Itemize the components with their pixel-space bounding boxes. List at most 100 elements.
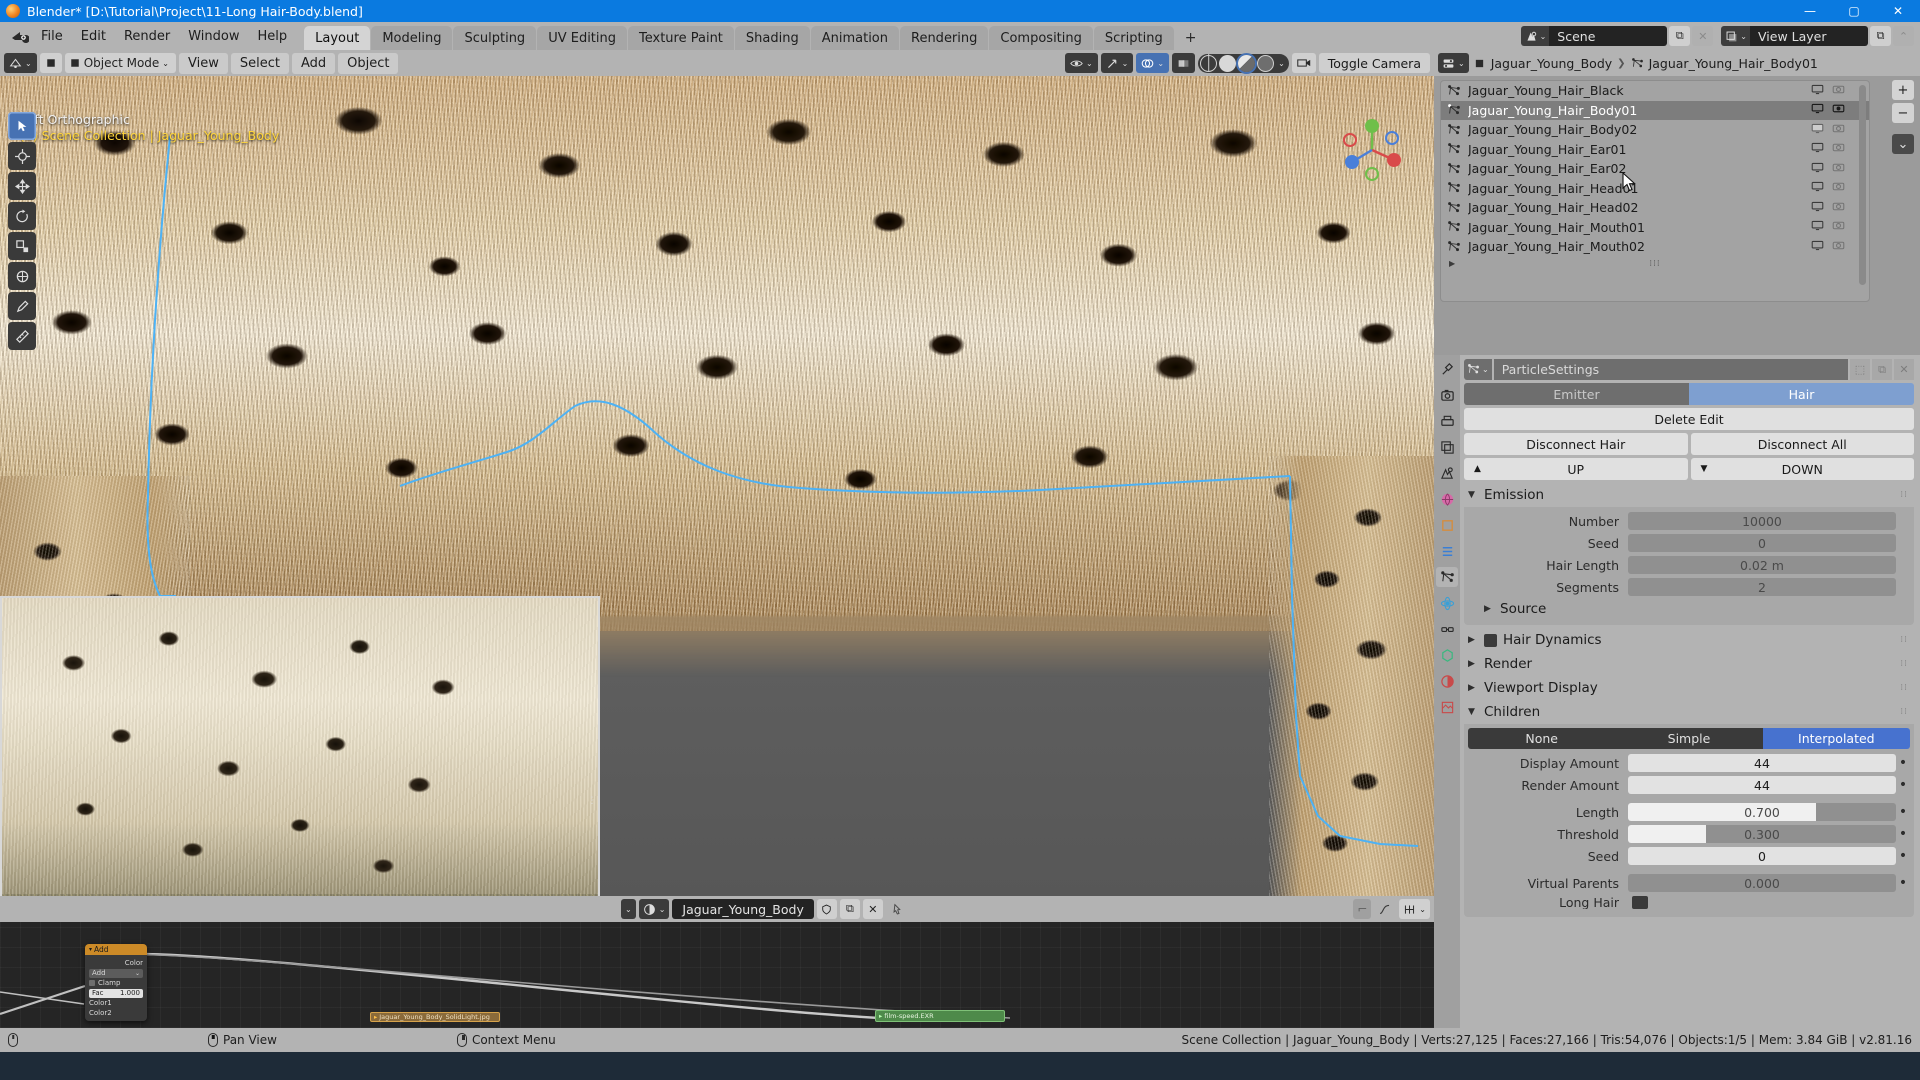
camera-icon[interactable]: [1832, 83, 1845, 99]
particle-settings-browse-icon[interactable]: ⌄: [1464, 359, 1492, 380]
tab-world[interactable]: [1436, 489, 1458, 509]
panel-header-hair-dynamics[interactable]: ▶ Hair Dynamics ⁞⁞: [1464, 628, 1914, 652]
list-item[interactable]: Jaguar_Young_Hair_Body01: [1441, 100, 1869, 120]
monitor-icon[interactable]: [1811, 161, 1824, 177]
field-seed[interactable]: 0: [1628, 534, 1896, 552]
move-down-button[interactable]: ▼ DOWN: [1690, 458, 1914, 480]
viewport-menu-view[interactable]: View: [179, 52, 228, 74]
particle-type-emitter[interactable]: Emitter: [1464, 383, 1689, 405]
shading-material-preview-icon[interactable]: [1238, 54, 1256, 72]
unlink-scene-button[interactable]: ✕: [1692, 26, 1714, 46]
node-blend-mode-row[interactable]: Add ⌄: [89, 968, 143, 978]
camera-icon[interactable]: [1832, 180, 1845, 196]
monitor-icon[interactable]: [1811, 141, 1824, 157]
monitor-icon[interactable]: [1811, 180, 1824, 196]
shader-node-add[interactable]: ▾ Add Color Add ⌄ Clamp Fac 1.000 Color1…: [85, 944, 147, 1021]
material-browse-icon[interactable]: ⌄: [638, 899, 670, 919]
unlink-material-button[interactable]: ✕: [862, 899, 883, 919]
minimize-button[interactable]: —: [1788, 0, 1832, 22]
children-mode-selector[interactable]: None Simple Interpolated: [1468, 728, 1910, 749]
children-mode-interpolated[interactable]: Interpolated: [1762, 728, 1910, 749]
breadcrumb-object-label[interactable]: Jaguar_Young_Body: [1491, 56, 1612, 71]
view-layer-icon[interactable]: ⌄: [1721, 26, 1750, 46]
field-children-seed[interactable]: 0: [1628, 847, 1896, 865]
reference-image-overlay[interactable]: Jaguar_Young_Body ⋮: [0, 596, 600, 896]
camera-icon[interactable]: [1832, 102, 1845, 118]
list-item[interactable]: Jaguar_Young_Hair_Mouth01: [1441, 218, 1869, 238]
list-item[interactable]: Jaguar_Young_Hair_Body02: [1441, 120, 1869, 140]
tab-constraints[interactable]: [1436, 619, 1458, 639]
reference-image-resize-handle[interactable]: ⋮: [588, 787, 597, 815]
hair-dynamics-checkbox[interactable]: [1484, 633, 1497, 647]
shader-editor-type-selector[interactable]: ⌄: [621, 899, 636, 919]
animate-dot-threshold[interactable]: •: [1896, 826, 1910, 842]
long-hair-checkbox[interactable]: [1632, 895, 1648, 909]
shading-mode-group[interactable]: ⌄: [1198, 53, 1289, 73]
tab-view-layer[interactable]: [1436, 437, 1458, 457]
tool-transform-icon[interactable]: [8, 262, 36, 290]
tool-move-icon[interactable]: [8, 172, 36, 200]
tab-rendering[interactable]: Rendering: [900, 26, 989, 50]
node-header[interactable]: ▾ Add: [85, 944, 147, 955]
new-material-button[interactable]: ⧉: [839, 899, 860, 919]
menu-window[interactable]: Window: [179, 26, 248, 47]
panel-header-children[interactable]: ▼ Children ⁞⁞: [1464, 700, 1914, 724]
view-layer-name-field[interactable]: View Layer: [1750, 26, 1868, 46]
tab-scene[interactable]: [1436, 463, 1458, 483]
field-render-amount[interactable]: 44: [1628, 776, 1896, 794]
mode-selector[interactable]: Object Mode ⌄: [64, 53, 176, 73]
tab-uv-editing[interactable]: UV Editing: [537, 26, 628, 50]
viewport-3d[interactable]: Left Orthographic (0) Scene Collection |…: [0, 50, 1434, 896]
add-particle-system-button[interactable]: +: [1892, 80, 1914, 100]
disconnect-hair-button[interactable]: Disconnect Hair: [1464, 433, 1688, 455]
scene-selector[interactable]: ⌄ Scene ⧉ ✕: [1520, 26, 1714, 46]
viewport-menu-object[interactable]: Object: [338, 52, 399, 74]
new-view-layer-button[interactable]: ⧉: [1870, 26, 1891, 46]
maximize-button[interactable]: ▢: [1832, 0, 1876, 22]
tab-layout[interactable]: Layout: [304, 26, 371, 50]
list-resize-grip[interactable]: ⁞⁞⁞: [1649, 259, 1661, 269]
viewport-canvas[interactable]: Left Orthographic (0) Scene Collection |…: [0, 76, 1434, 896]
tool-annotate-icon[interactable]: [8, 292, 36, 320]
tab-particles[interactable]: [1436, 567, 1458, 587]
monitor-icon[interactable]: [1811, 200, 1824, 216]
shader-editor[interactable]: ⌄ ⌄ Jaguar_Young_Body ⧉ ✕ ⌐ ⌄ ▾ Add Colo…: [0, 896, 1434, 1028]
shader-node-image-texture[interactable]: ▸ Jaguar_Young_Body_SolidLight.jpg: [370, 1012, 500, 1022]
animate-dot-display-amount[interactable]: •: [1896, 755, 1910, 771]
tab-output[interactable]: [1436, 411, 1458, 431]
tool-cursor-icon[interactable]: [8, 142, 36, 170]
camera-icon[interactable]: [1832, 122, 1845, 138]
snap-node-icon[interactable]: ⌐: [1353, 899, 1372, 919]
animate-dot-render-amount[interactable]: •: [1896, 777, 1910, 793]
tab-physics[interactable]: [1436, 593, 1458, 613]
children-mode-simple[interactable]: Simple: [1615, 728, 1763, 749]
move-up-button[interactable]: ▲ UP: [1464, 458, 1688, 480]
list-item[interactable]: Jaguar_Young_Hair_Black: [1441, 81, 1869, 101]
field-virtual-parents[interactable]: 0.000: [1628, 874, 1896, 892]
node-color1-row[interactable]: Color1: [89, 998, 143, 1008]
monitor-icon[interactable]: [1811, 122, 1824, 138]
tab-compositing[interactable]: Compositing: [989, 26, 1093, 50]
scene-name-field[interactable]: Scene: [1549, 26, 1668, 46]
monitor-icon[interactable]: [1811, 102, 1824, 118]
list-item[interactable]: Jaguar_Young_Hair_Head01: [1441, 179, 1869, 199]
disconnect-all-button[interactable]: Disconnect All: [1690, 433, 1914, 455]
object-mode-icon[interactable]: [39, 53, 62, 73]
tab-animation[interactable]: Animation: [810, 26, 899, 50]
particle-type-selector[interactable]: Emitter Hair: [1464, 383, 1914, 405]
field-hair-length[interactable]: 0.02 m: [1628, 556, 1896, 574]
tab-scripting[interactable]: Scripting: [1093, 26, 1174, 50]
field-length[interactable]: 0.700: [1628, 803, 1896, 821]
overlays-icon[interactable]: ⌄: [1136, 53, 1170, 73]
delete-edit-button[interactable]: Delete Edit: [1464, 408, 1914, 430]
animate-dot-children-seed[interactable]: •: [1896, 848, 1910, 864]
shader-node-canvas[interactable]: ▾ Add Color Add ⌄ Clamp Fac 1.000 Color1…: [0, 922, 1434, 1028]
list-item[interactable]: Jaguar_Young_Hair_Head02: [1441, 198, 1869, 218]
material-name-field[interactable]: Jaguar_Young_Body: [672, 899, 814, 919]
list-item[interactable]: Jaguar_Young_Hair_Mouth02: [1441, 237, 1869, 257]
particle-type-hair[interactable]: Hair: [1689, 383, 1914, 405]
tool-rotate-icon[interactable]: [8, 202, 36, 230]
tab-modifiers[interactable]: [1436, 541, 1458, 561]
tool-scale-icon[interactable]: [8, 232, 36, 260]
field-segments[interactable]: 2: [1628, 578, 1896, 596]
